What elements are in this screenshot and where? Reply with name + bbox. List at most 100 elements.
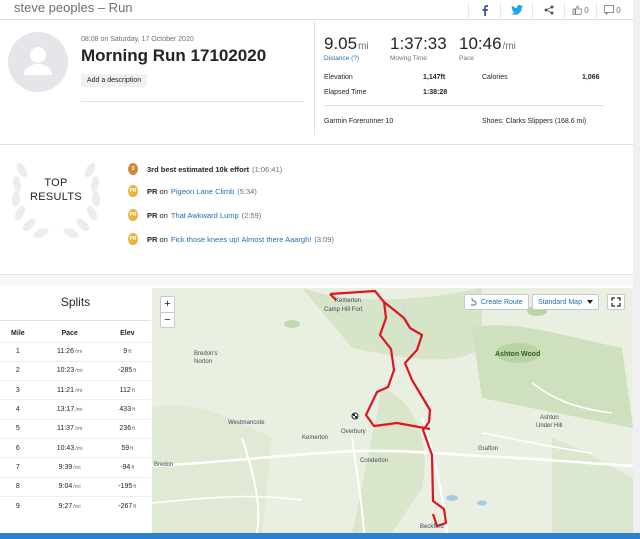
- pace-stat: 10:46/mi Pace: [459, 34, 516, 62]
- twitter-icon: [510, 5, 523, 15]
- split-row: 7 9:39/mi -94ft: [0, 457, 151, 478]
- place-label: Kemerton: [335, 298, 362, 304]
- pr-label: PR: [147, 210, 158, 220]
- elapsed-time-label: Elapsed Time: [324, 89, 367, 96]
- achievement-time: (3:09): [314, 234, 334, 244]
- comment-button[interactable]: 0: [596, 2, 628, 18]
- zoom-out-button[interactable]: −: [161, 312, 174, 327]
- zoom-control: + −: [160, 296, 175, 328]
- achievement-time: (5:34): [237, 186, 257, 196]
- fullscreen-button[interactable]: [607, 294, 625, 310]
- shoes-info[interactable]: Shoes: Clarks Slippers (168.6 mi): [482, 118, 586, 125]
- share-button[interactable]: [532, 2, 564, 18]
- split-mile: 8: [0, 476, 36, 497]
- add-description-button[interactable]: Add a description: [81, 74, 148, 87]
- pr-medal-icon: PR: [128, 233, 138, 245]
- split-mile: 7: [0, 457, 36, 478]
- device-name: Garmin Forerunner 10: [324, 118, 394, 125]
- calories-label: Calories: [482, 74, 508, 81]
- top-results-line2: RESULTS: [29, 191, 83, 203]
- split-elev: 112: [119, 386, 131, 394]
- place-label: Beckford: [420, 524, 444, 530]
- distance-label[interactable]: Distance (?): [324, 55, 369, 62]
- avatar[interactable]: [8, 32, 68, 92]
- split-elev: -94: [120, 463, 131, 471]
- comment-icon: [604, 5, 615, 15]
- pace-unit: /mi: [74, 426, 83, 433]
- bottom-strip: [0, 533, 640, 539]
- split-pace: 11:26: [56, 348, 74, 356]
- share-icon: [544, 5, 553, 15]
- split-elev-cell: 9ft: [103, 341, 151, 362]
- pr-label: PR: [147, 234, 158, 244]
- place-label: Ashton: [540, 415, 559, 421]
- place-label: Conderton: [360, 458, 389, 464]
- splits-table: Mile Pace Elev 1 11:26/mi 9ft 2 10:23/mi -285…: [0, 326, 151, 516]
- split-mile: 6: [0, 437, 36, 458]
- achievement-time: (2:59): [241, 210, 262, 220]
- split-pace: 9:39: [58, 463, 73, 471]
- split-mile: 4: [0, 399, 36, 420]
- achievement-item: PR PR on That Awkward Lump (2:59): [128, 208, 261, 222]
- scrollbar[interactable]: [633, 0, 640, 539]
- place-label: Norton: [194, 359, 213, 365]
- activity-header: 08:08 on Saturday, 17 October 2020 Morni…: [0, 22, 640, 140]
- top-bar: steve peoples – Run 0 0: [0, 0, 640, 20]
- pace-unit: /mi: [74, 387, 83, 394]
- divider: [314, 22, 315, 135]
- place-label: Kemerton: [302, 435, 329, 441]
- split-row: 4 13:17/mi 433ft: [0, 399, 151, 420]
- split-row: 5 11:37/mi 236ft: [0, 418, 151, 439]
- split-row: 1 11:26/mi 9ft: [0, 341, 151, 362]
- split-elev: -285: [118, 367, 133, 375]
- facebook-share-button[interactable]: [468, 2, 500, 18]
- split-pace-cell: 11:26/mi: [35, 341, 104, 362]
- split-pace-cell: 11:37/mi: [35, 418, 104, 439]
- pr-medal-icon: PR: [128, 185, 138, 197]
- place-label: Overbury: [341, 429, 366, 435]
- split-pace: 11:37: [56, 425, 74, 433]
- segment-link[interactable]: That Awkward Lump: [171, 211, 239, 220]
- split-pace-cell: 10:43/mi: [35, 437, 104, 458]
- route-icon: [471, 298, 477, 306]
- place-label: Bredon: [154, 462, 174, 468]
- achievement-item: PR PR on Fick those knees up! Almost the…: [128, 232, 334, 246]
- pace-label: Pace: [459, 55, 474, 62]
- split-pace-cell: 9:27/mi: [35, 495, 104, 516]
- create-route-label: Create Route: [481, 298, 523, 306]
- create-route-button[interactable]: Create Route: [464, 294, 529, 310]
- on-text: on: [159, 234, 168, 244]
- bronze-medal-icon: 3: [128, 163, 138, 175]
- place-label: Westmancote: [228, 420, 265, 426]
- map-type-label: Standard Map: [538, 298, 582, 306]
- facebook-icon: [482, 4, 488, 16]
- segment-link[interactable]: Pigeon Lane Climb: [171, 187, 234, 196]
- social-actions: 0 0: [468, 2, 628, 18]
- twitter-share-button[interactable]: [500, 2, 532, 18]
- pace-unit: /mi: [502, 41, 516, 52]
- pace-unit: /mi: [73, 484, 81, 491]
- zoom-in-button[interactable]: +: [161, 297, 174, 312]
- pr-label: PR: [147, 186, 158, 196]
- map-type-select[interactable]: Standard Map: [532, 294, 599, 310]
- segment-link[interactable]: Fick those knees up! Almost there Aaargh…: [171, 235, 312, 244]
- split-elev: 59: [121, 444, 130, 452]
- calories-value: 1,066: [582, 74, 600, 81]
- split-mile: 5: [0, 418, 36, 439]
- activity-date: 08:08 on Saturday, 17 October 2020: [81, 36, 194, 43]
- split-elev-cell: 59ft: [103, 437, 151, 458]
- elev-unit: ft: [131, 464, 135, 471]
- moving-time-stat: 1:37:33 Moving Time: [390, 34, 447, 62]
- route-map[interactable]: Kemerton Camp Hill Fort Bredon's Norton …: [152, 288, 633, 533]
- split-pace-cell: 10:23/mi: [35, 360, 104, 381]
- split-mile: 9: [0, 495, 36, 516]
- mile-header: Mile: [11, 330, 25, 338]
- elapsed-time-value: 1:38:28: [423, 89, 448, 96]
- kudos-button[interactable]: 0: [564, 2, 596, 18]
- split-mile: 1: [0, 341, 36, 362]
- pace-value: 10:46: [459, 34, 502, 53]
- distance-stat: 9.05mi Distance (?): [324, 34, 369, 62]
- divider: [81, 101, 304, 102]
- default-avatar-icon: [24, 47, 52, 75]
- elev-unit: ft: [128, 349, 132, 356]
